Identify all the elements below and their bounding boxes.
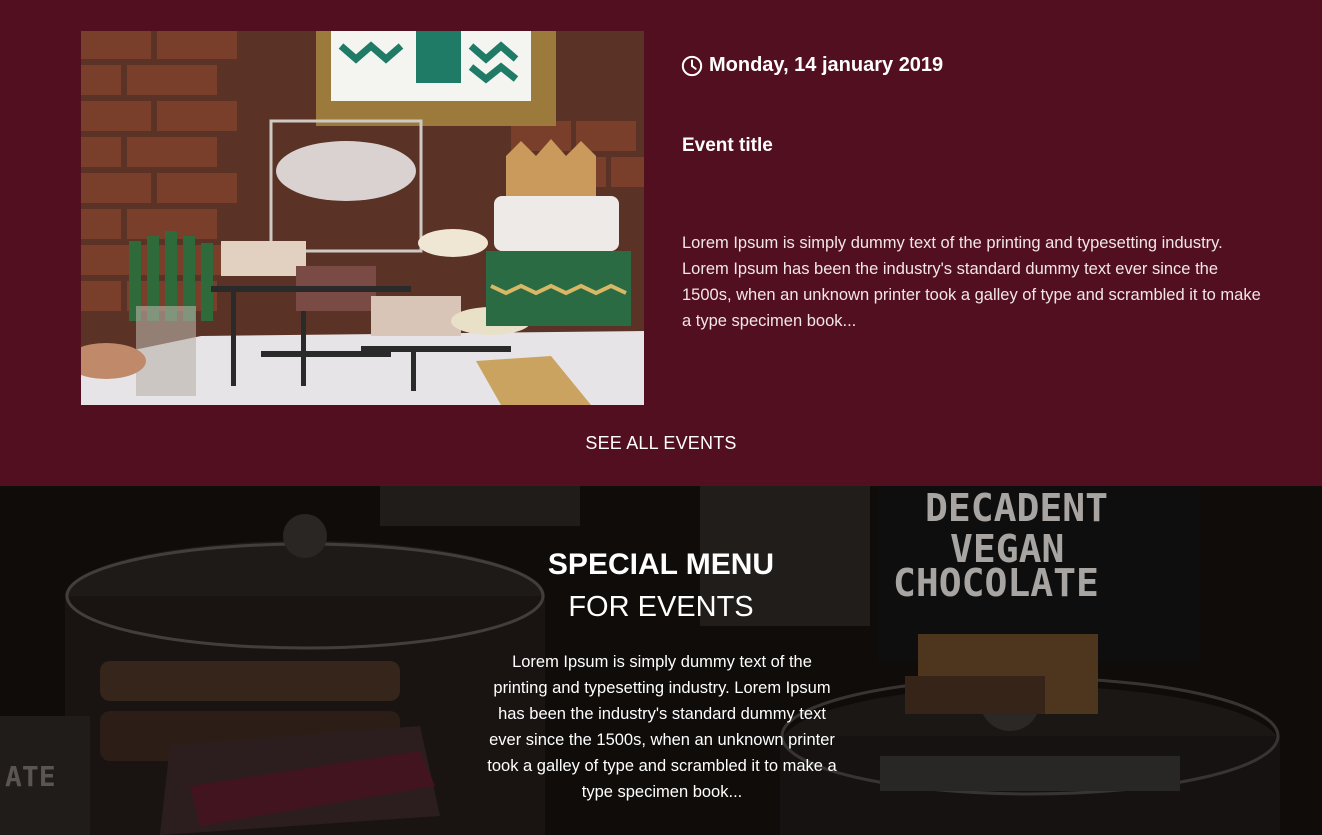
special-menu-title: SPECIAL MENU	[547, 548, 775, 581]
event-photo	[81, 31, 644, 405]
event-description: Lorem Ipsum is simply dummy text of the …	[682, 234, 1261, 330]
event-date-text: Monday, 14 january 2019	[709, 54, 944, 76]
clock-icon	[681, 55, 703, 76]
special-menu-subtitle: FOR EVENTS	[568, 591, 754, 623]
event-date: Monday, 14 january 2019	[681, 54, 943, 77]
events-section: Monday, 14 january 2019 Event title Lore…	[0, 0, 1322, 486]
special-menu-section: ATE DECADENT VEGAN CHOCOLATE SPECIAL MEN…	[0, 486, 1322, 835]
see-all-events-link[interactable]: SEE ALL EVENTS	[0, 433, 1322, 454]
event-title[interactable]: Event title	[682, 135, 773, 157]
special-menu-description: Lorem Ipsum is simply dummy text of the …	[487, 653, 837, 801]
